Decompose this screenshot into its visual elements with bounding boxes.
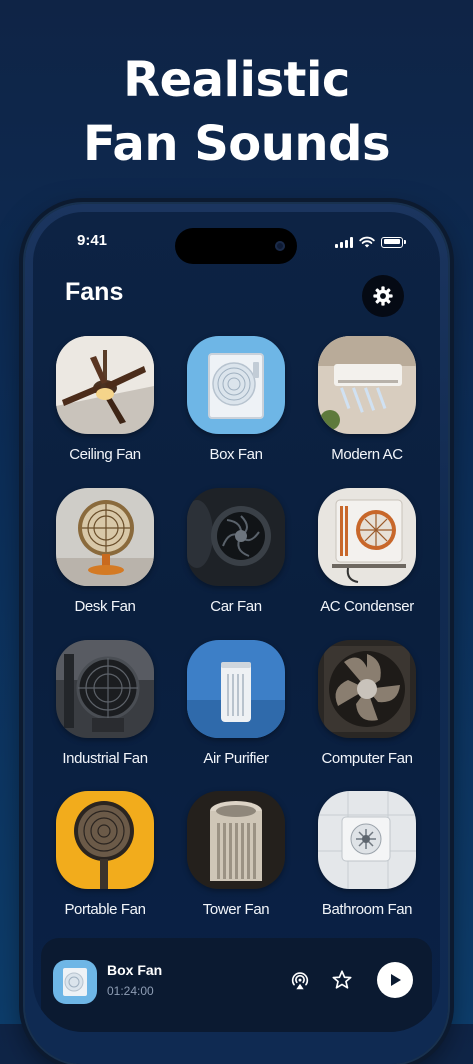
headline-line-1: Realistic [123,52,350,108]
now-playing-title: Box Fan [107,962,163,978]
fan-tile-computer-fan[interactable]: Computer Fan [301,640,433,767]
ceiling-fan-icon [56,336,154,434]
fan-label: Ceiling Fan [69,446,141,463]
phone-screen: 9:41 Fans Ceiling Fan Box Fan Modern AC … [33,212,440,1032]
fan-label: Bathroom Fan [321,901,413,918]
fan-label: Car Fan [210,598,262,615]
now-playing-bar[interactable]: Box Fan 01:24:00 [41,938,432,1032]
now-playing-time: 01:24:00 [107,984,154,998]
box-fan-icon [187,336,285,434]
fan-label: Air Purifier [203,750,269,767]
fan-tile-modern-ac[interactable]: Modern AC [301,336,433,463]
fan-label: Tower Fan [202,901,270,918]
favorite-star-icon[interactable] [331,969,353,991]
cellular-signal-icon [335,236,353,248]
fan-tile-ceiling-fan[interactable]: Ceiling Fan [39,336,171,463]
bathroom-fan-icon [318,791,416,889]
play-button[interactable] [377,962,413,998]
now-playing-artwork [53,960,97,1004]
fan-label: Desk Fan [74,598,136,615]
ac-condenser-icon [318,488,416,586]
industrial-fan-icon [56,640,154,738]
fan-label: Portable Fan [64,901,146,918]
fan-label: Industrial Fan [62,750,148,767]
play-icon [391,974,401,986]
gear-icon [373,286,393,306]
airplay-icon[interactable] [289,970,311,992]
fan-tile-bathroom-fan[interactable]: Bathroom Fan [301,791,433,918]
modern-ac-icon [318,336,416,434]
settings-button[interactable] [362,275,404,317]
battery-icon [381,236,403,248]
fan-tile-portable-fan[interactable]: Portable Fan [39,791,171,918]
fan-label: Computer Fan [321,750,413,767]
headline-line-2: Fan Sounds [82,116,391,172]
status-time: 9:41 [77,232,108,249]
fan-tile-ac-condenser[interactable]: AC Condenser [301,488,433,615]
wifi-icon [359,236,375,248]
status-icons [335,236,406,248]
headline: Realistic Fan Sounds [0,48,473,176]
fan-label: AC Condenser [320,598,414,615]
car-fan-icon [187,488,285,586]
air-purifier-icon [187,640,285,738]
portable-fan-icon [56,791,154,889]
fan-tile-industrial-fan[interactable]: Industrial Fan [39,640,171,767]
fan-tile-air-purifier[interactable]: Air Purifier [170,640,302,767]
fan-tile-tower-fan[interactable]: Tower Fan [170,791,302,918]
fan-tile-desk-fan[interactable]: Desk Fan [39,488,171,615]
tower-fan-icon [187,791,285,889]
fan-tile-car-fan[interactable]: Car Fan [170,488,302,615]
fan-label: Modern AC [331,446,403,463]
fan-label: Box Fan [209,446,263,463]
dynamic-island [175,228,297,264]
desk-fan-icon [56,488,154,586]
computer-fan-icon [318,640,416,738]
screen-title: Fans [65,278,124,306]
fan-tile-box-fan[interactable]: Box Fan [170,336,302,463]
